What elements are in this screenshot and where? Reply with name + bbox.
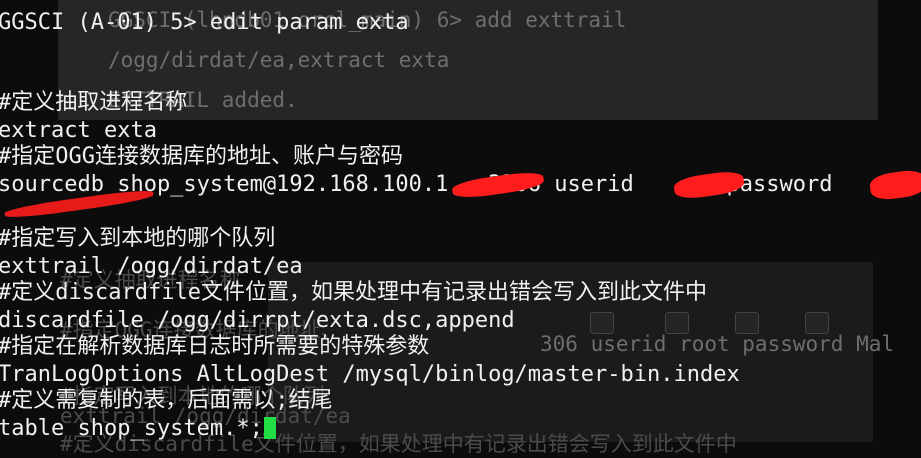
- terminal-window[interactable]: GGSCI (lhndb01 orcl_main) 6> add exttrai…: [0, 0, 921, 456]
- app-icon: [735, 312, 759, 334]
- comment-line: #定义抽取进程名称: [0, 90, 188, 115]
- table-line-text: table shop_system.*;: [0, 416, 263, 441]
- file-icon: [590, 312, 614, 334]
- document-icon: [805, 312, 829, 334]
- redaction-mark-password: [868, 168, 921, 202]
- command-prompt-line: GGSCI (A-01) 5> edit param exta: [0, 10, 409, 35]
- text-cursor: [263, 417, 276, 439]
- param-line: TranLogOptions AltLogDest /mysql/binlog/…: [0, 362, 740, 387]
- comment-line: #定义需复制的表，后面需以;结尾: [0, 388, 333, 413]
- table-line[interactable]: table shop_system.*;: [0, 416, 276, 442]
- ghost-top-line-2: /ogg/dirdat/ea,extract exta: [108, 48, 450, 72]
- comment-line: #定义discardfile文件位置，如果处理中有记录出错会写入到此文件中: [0, 280, 707, 305]
- folder-icon: [665, 312, 689, 334]
- comment-line: #指定OGG连接数据库的地址、账户与密码: [0, 144, 403, 169]
- ghost-bottom-line-3: 306 userid root password Mal: [540, 332, 895, 356]
- comment-line: #指定在解析数据库日志时所需要的特殊参数: [0, 334, 430, 359]
- comment-line: #指定写入到本地的哪个队列: [0, 226, 276, 251]
- param-line: exttrail /ogg/dirdat/ea: [0, 254, 303, 279]
- param-line: discardfile /ogg/dirrpt/exta.dsc,append: [0, 308, 515, 333]
- param-line: extract exta: [0, 118, 157, 143]
